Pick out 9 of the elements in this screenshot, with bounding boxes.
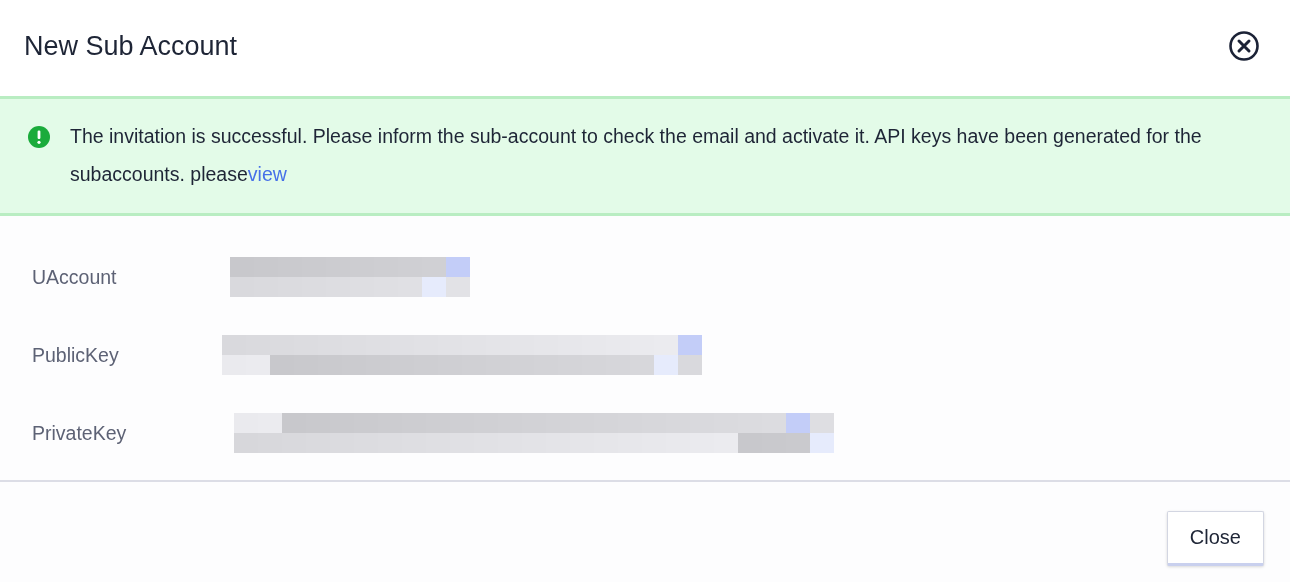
exclamation-icon [28, 126, 50, 148]
dialog-title: New Sub Account [24, 30, 238, 62]
close-button[interactable]: Close [1166, 511, 1264, 566]
alert-message: The invitation is successful. Please inform the sub-account to check the email and activate it. API keys have been generated for the subaccounts. pleaseview [70, 124, 1203, 187]
close-icon[interactable] [1228, 30, 1260, 62]
field-label: PublicKey [32, 343, 120, 367]
field-label: PrivateKey [32, 421, 128, 445]
view-link[interactable]: view [247, 163, 287, 185]
field-label: UAccount [32, 265, 118, 289]
